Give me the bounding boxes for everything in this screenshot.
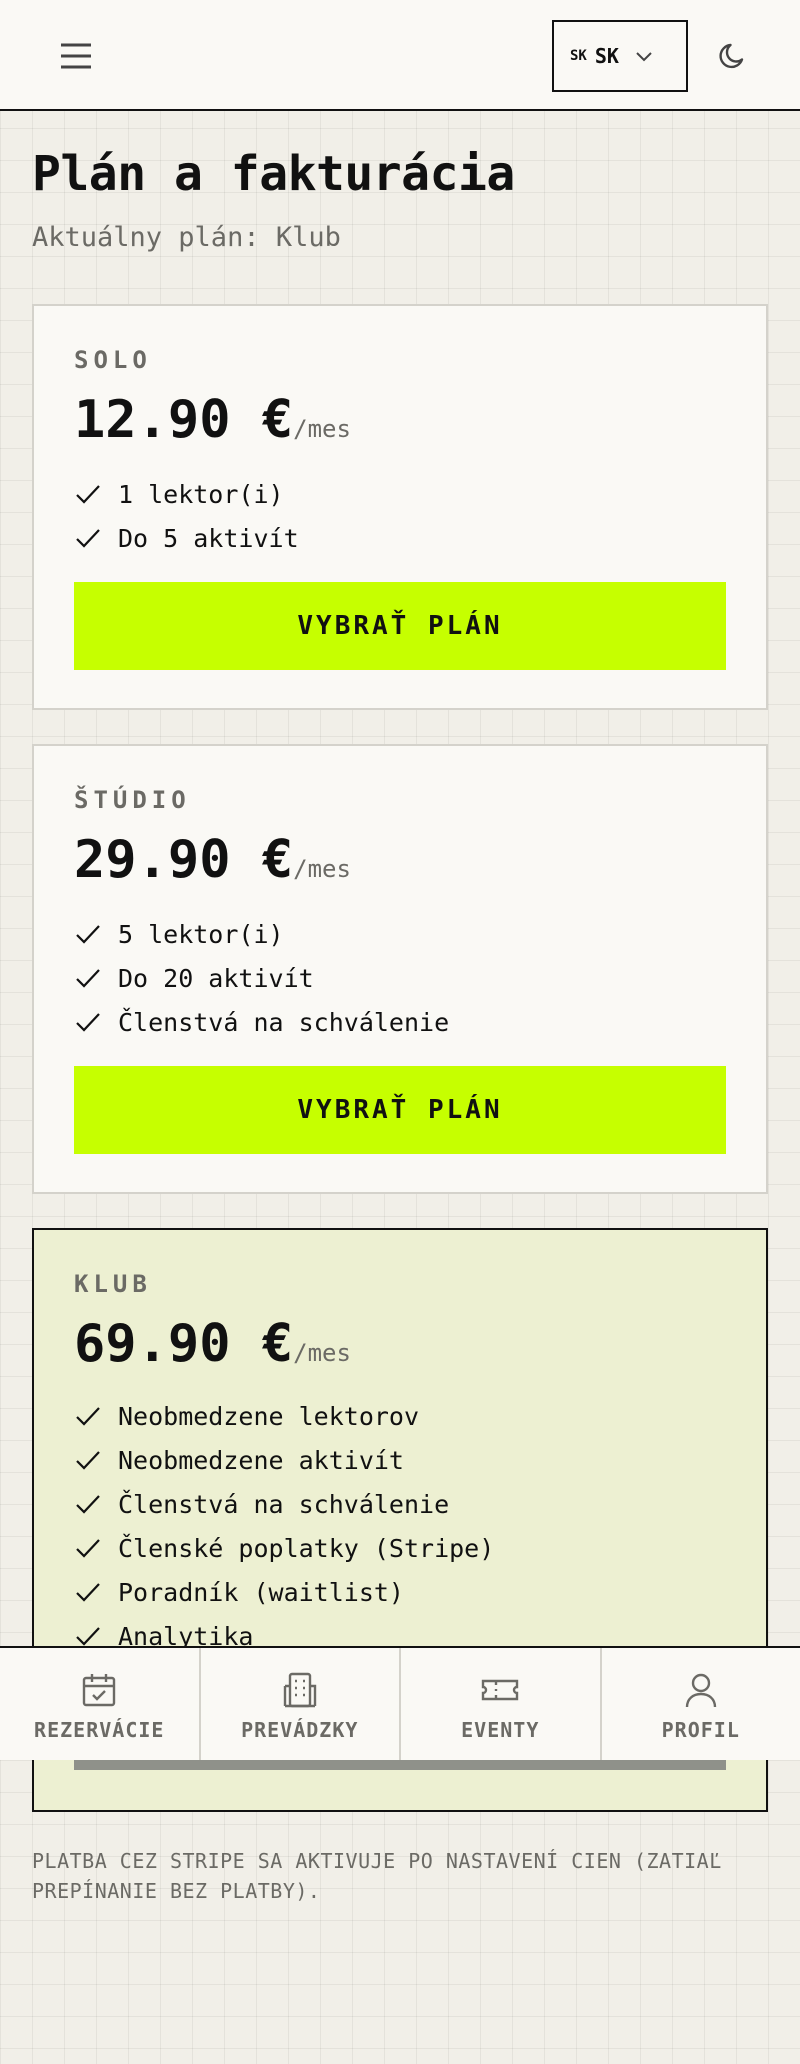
hamburger-menu-icon: [60, 43, 92, 69]
choose-plan-button[interactable]: VYBRAŤ PLÁN: [74, 1066, 726, 1154]
building-icon: [280, 1670, 320, 1710]
check-icon: [74, 964, 102, 992]
nav-item-profile[interactable]: PROFIL: [602, 1648, 800, 1760]
feature-item: Do 20 aktivít: [74, 956, 449, 1000]
plan-card-solo: SOLO 12.90 €/mes 1 lektor(i) Do 5 aktiví…: [32, 304, 768, 710]
feature-item: Neobmedzene lektorov: [74, 1394, 494, 1438]
payment-footnote: PLATBA CEZ STRIPE SA AKTIVUJE PO NASTAVE…: [32, 1849, 722, 1903]
plan-name: SOLO: [74, 346, 152, 374]
language-flag: SK: [570, 48, 587, 64]
top-bar: SK SK: [0, 0, 800, 111]
feature-item: Členské poplatky (Stripe): [74, 1526, 494, 1570]
check-icon: [74, 1402, 102, 1430]
calendar-check-icon: [79, 1670, 119, 1710]
plan-card-studio: ŠTÚDIO 29.90 €/mes 5 lektor(i) Do 20 akt…: [32, 744, 768, 1194]
plan-price: 12.90 €/mes: [74, 390, 351, 450]
language-code: SK: [594, 44, 619, 68]
plan-period: /mes: [293, 855, 351, 883]
plan-price: 29.90 €/mes: [74, 830, 351, 890]
check-icon: [74, 1008, 102, 1036]
check-icon: [74, 1578, 102, 1606]
feature-list: Neobmedzene lektorov Neobmedzene aktivít…: [74, 1394, 494, 1658]
plan-name: KLUB: [74, 1270, 152, 1298]
language-select[interactable]: SK SK: [552, 20, 688, 92]
nav-item-events[interactable]: EVENTY: [401, 1648, 602, 1760]
feature-item: Členstvá na schválenie: [74, 1000, 449, 1044]
ticket-icon: [480, 1670, 520, 1710]
check-icon: [74, 480, 102, 508]
check-icon: [74, 1490, 102, 1518]
moon-icon: [716, 40, 748, 72]
chevron-down-icon: [635, 50, 653, 62]
theme-toggle-button[interactable]: [712, 36, 752, 76]
check-icon: [74, 1446, 102, 1474]
feature-item: Poradník (waitlist): [74, 1570, 494, 1614]
current-plan-subtitle: Aktuálny plán: Klub: [32, 222, 341, 253]
page-title: Plán a fakturácia: [32, 146, 515, 202]
feature-item: Členstvá na schválenie: [74, 1482, 494, 1526]
check-icon: [74, 920, 102, 948]
plan-name: ŠTÚDIO: [74, 786, 191, 814]
nav-item-reservations[interactable]: REZERVÁCIE: [0, 1648, 201, 1760]
feature-item: Do 5 aktivít: [74, 516, 299, 560]
check-icon: [74, 524, 102, 552]
nav-item-venues[interactable]: PREVÁDZKY: [201, 1648, 401, 1760]
current-plan-button: [74, 1760, 726, 1770]
plan-period: /mes: [293, 1339, 351, 1367]
check-icon: [74, 1534, 102, 1562]
feature-item: 1 lektor(i): [74, 472, 299, 516]
plan-price: 69.90 €/mes: [74, 1314, 351, 1374]
plan-period: /mes: [293, 415, 351, 443]
feature-list: 1 lektor(i) Do 5 aktivít: [74, 472, 299, 560]
feature-item: 5 lektor(i): [74, 912, 449, 956]
user-icon: [681, 1670, 721, 1710]
bottom-nav: REZERVÁCIE PREVÁDZKY EVENTY PROFIL: [0, 1646, 800, 1760]
choose-plan-button[interactable]: VYBRAŤ PLÁN: [74, 582, 726, 670]
feature-item: Neobmedzene aktivít: [74, 1438, 494, 1482]
feature-list: 5 lektor(i) Do 20 aktivít Členstvá na sc…: [74, 912, 449, 1044]
menu-button[interactable]: [56, 36, 96, 76]
